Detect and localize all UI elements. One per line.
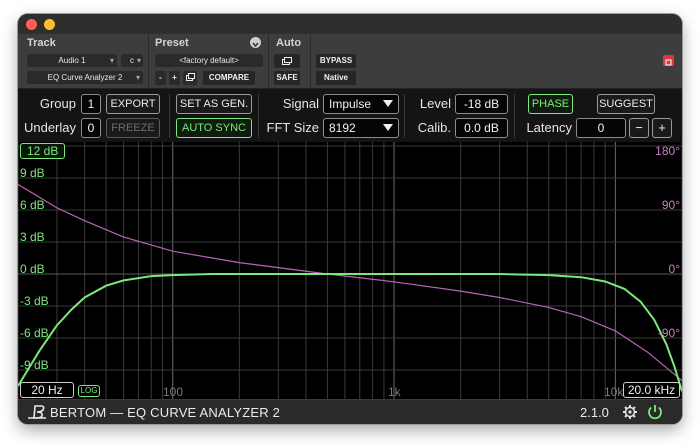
db-tick-label: 3 dB xyxy=(20,230,45,244)
chevron-down-icon: ▾ xyxy=(135,73,140,82)
preset-previous-button[interactable]: - xyxy=(155,71,166,85)
minimize-window-button[interactable] xyxy=(44,19,55,30)
preset-selector[interactable]: <factory default> xyxy=(155,54,263,67)
level-label: Level xyxy=(419,96,451,111)
db-tick-label: 0 dB xyxy=(20,262,45,276)
db-tick-label: -6 dB xyxy=(20,326,49,340)
latency-increase-button[interactable]: + xyxy=(652,118,672,138)
grid xyxy=(18,142,682,399)
analyzer-graph[interactable]: 12 dB 9 dB 6 dB 3 dB 0 dB -3 dB -6 dB -9… xyxy=(18,142,682,399)
preset-value: <factory default> xyxy=(179,56,239,65)
plugin-footer: BERTOM — EQ CURVE ANALYZER 2 2.1.0 xyxy=(18,399,682,424)
magnitude-curve xyxy=(18,273,682,392)
freq-tick-label: 1k xyxy=(388,385,401,399)
signal-value: Impulse xyxy=(329,97,372,111)
latency-decrease-button[interactable]: − xyxy=(629,118,649,138)
insert-selector[interactable]: EQ Curve Analyzer 2 ▾ xyxy=(27,71,143,84)
analyzer-plot xyxy=(18,142,682,399)
calib-field[interactable]: 0.0 dB xyxy=(455,118,508,138)
fft-size-select[interactable]: 8192 xyxy=(323,118,399,138)
level-field[interactable]: -18 dB xyxy=(455,94,508,114)
set-as-gen-button[interactable]: SET AS GEN. xyxy=(176,94,252,114)
gear-icon[interactable] xyxy=(622,404,638,420)
preset-header-label: Preset xyxy=(155,37,189,49)
db-tick-label: 9 dB xyxy=(20,166,45,180)
stop-icon xyxy=(665,59,672,66)
safe-button[interactable]: SAFE xyxy=(274,71,300,85)
plugin-window: Track Preset Auto Audio 1 ▾ c ▾ EQ Curve… xyxy=(18,14,682,424)
phase-button[interactable]: PHASE xyxy=(528,94,573,114)
latency-field[interactable]: 0 xyxy=(576,118,626,138)
db-tick-label: 6 dB xyxy=(20,198,45,212)
track-header-label: Track xyxy=(27,37,56,49)
chevron-down-icon xyxy=(383,100,393,107)
underlay-label: Underlay xyxy=(23,120,76,135)
separator xyxy=(310,34,311,89)
chevron-down-icon xyxy=(252,42,259,48)
channel-value: c xyxy=(130,56,134,65)
freq-tick-label: 100 xyxy=(163,385,184,399)
power-icon[interactable] xyxy=(646,403,664,421)
close-window-button[interactable] xyxy=(26,19,37,30)
remove-insert-button[interactable] xyxy=(663,55,674,66)
bypass-button[interactable]: BYPASS xyxy=(316,54,356,68)
phase-tick-label: -90° xyxy=(657,326,680,340)
phase-tick-label: 180° xyxy=(655,144,680,158)
latency-label: Latency xyxy=(526,120,572,135)
freq-tick-label: 10k xyxy=(604,385,624,399)
preset-next-button[interactable]: + xyxy=(169,71,180,85)
db-tick-label: -9 dB xyxy=(20,358,49,372)
preset-copy-button[interactable] xyxy=(183,71,197,85)
group-label: Group xyxy=(39,96,76,111)
insert-name: EQ Curve Analyzer 2 xyxy=(47,73,123,82)
separator xyxy=(268,34,269,89)
group-value-field[interactable]: 1 xyxy=(81,94,101,114)
suggest-button[interactable]: SUGGEST xyxy=(597,94,655,114)
plugin-title: BERTOM — EQ CURVE ANALYZER 2 xyxy=(50,405,281,420)
calib-label: Calib. xyxy=(417,120,451,135)
channel-selector[interactable]: c ▾ xyxy=(121,54,143,67)
copy-icon xyxy=(186,73,195,81)
db-tick-label: -3 dB xyxy=(20,294,49,308)
compare-button[interactable]: COMPARE xyxy=(203,71,255,85)
freeze-button[interactable]: FREEZE xyxy=(106,118,160,138)
export-button[interactable]: EXPORT xyxy=(106,94,160,114)
plugin-body: Group 1 EXPORT Underlay 0 FREEZE SET AS … xyxy=(18,89,682,424)
host-header: Track Preset Auto Audio 1 ▾ c ▾ EQ Curve… xyxy=(18,34,682,89)
title-bar xyxy=(18,14,682,34)
version-label: 2.1.0 xyxy=(580,405,609,420)
copy-icon xyxy=(282,57,292,65)
bertom-logo-icon xyxy=(28,405,46,419)
auto-header-label: Auto xyxy=(276,37,302,49)
control-panel: Group 1 EXPORT Underlay 0 FREEZE SET AS … xyxy=(18,89,682,142)
signal-label: Signal xyxy=(282,96,319,111)
automation-button[interactable] xyxy=(274,54,300,68)
separator xyxy=(169,94,170,138)
auto-sync-button[interactable]: AUTO SYNC xyxy=(176,118,252,138)
chevron-down-icon: ▾ xyxy=(109,56,114,65)
underlay-value-field[interactable]: 0 xyxy=(81,118,101,138)
native-button[interactable]: Native xyxy=(316,71,356,85)
track-name: Audio 1 xyxy=(58,56,86,65)
chevron-down-icon: ▾ xyxy=(136,56,141,65)
preset-menu-button[interactable] xyxy=(250,37,261,48)
fft-size-value: 8192 xyxy=(329,121,356,135)
max-freq-field[interactable]: 20.0 kHz xyxy=(623,382,680,398)
signal-select[interactable]: Impulse xyxy=(323,94,399,114)
min-freq-field[interactable]: 20 Hz xyxy=(20,382,74,398)
chevron-down-icon xyxy=(383,124,393,131)
separator xyxy=(148,34,149,89)
track-selector[interactable]: Audio 1 ▾ xyxy=(27,54,117,67)
phase-tick-label: 0° xyxy=(668,262,680,276)
db-range-box[interactable]: 12 dB xyxy=(20,143,66,159)
phase-tick-label: 90° xyxy=(661,198,680,212)
log-scale-toggle[interactable]: LOG xyxy=(78,385,100,397)
fft-size-label: FFT Size xyxy=(266,120,320,135)
